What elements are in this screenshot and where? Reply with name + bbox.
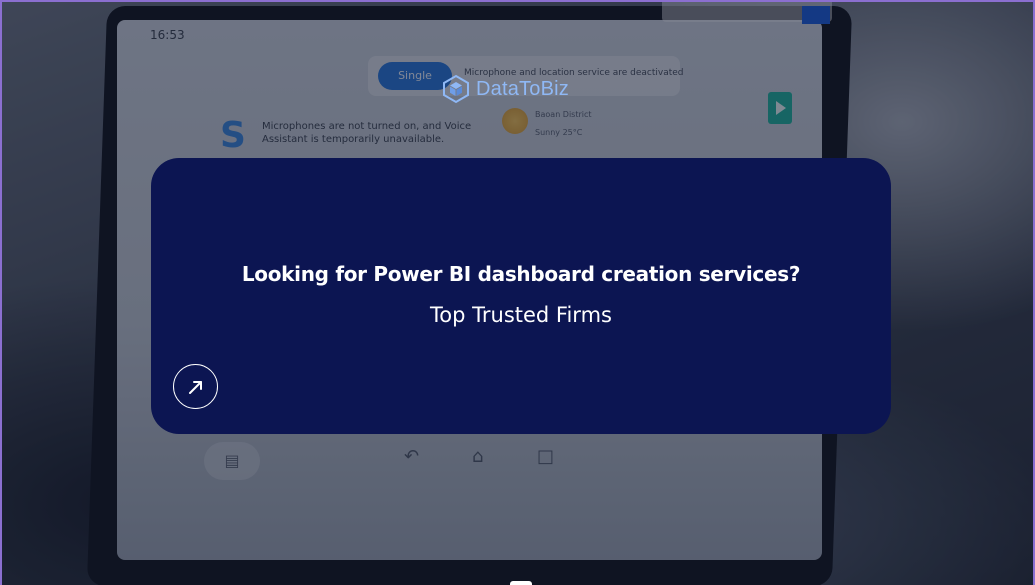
card-subtitle: Top Trusted Firms [430, 303, 612, 327]
hero-banner: 16:53 Single Microphone and location ser… [0, 0, 1035, 585]
carousel-indicator[interactable] [510, 581, 532, 585]
card-title: Looking for Power BI dashboard creation … [241, 262, 801, 286]
brand-name: DataToBiz [476, 77, 569, 100]
arrow-up-right-icon [188, 380, 202, 394]
open-link-button[interactable] [173, 364, 218, 409]
brand-cube-icon [443, 74, 469, 104]
promo-card[interactable]: Looking for Power BI dashboard creation … [151, 158, 891, 434]
brand-logo: DataToBiz [442, 74, 569, 104]
